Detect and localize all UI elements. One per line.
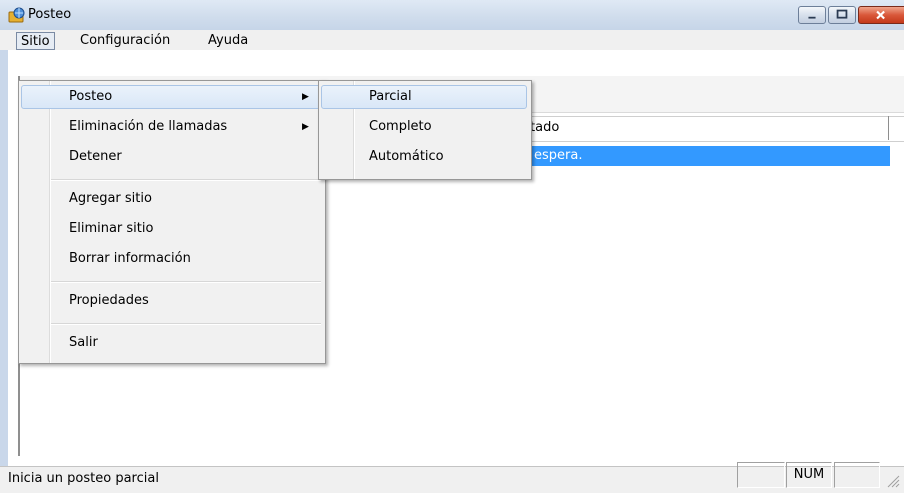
- status-pane-caps: [737, 462, 785, 488]
- menu-item-propiedades[interactable]: Propiedades: [21, 289, 321, 313]
- menu-item-agregar-sitio[interactable]: Agregar sitio: [21, 187, 321, 211]
- minimize-icon: [808, 16, 816, 19]
- resize-grip-icon[interactable]: [884, 472, 900, 488]
- status-pane-num: NUM: [786, 462, 832, 488]
- minimize-button[interactable]: [798, 6, 826, 24]
- menu-item-parcial[interactable]: Parcial: [321, 85, 527, 109]
- menu-configuracion[interactable]: Configuración: [76, 32, 174, 50]
- menu-item-label: Posteo: [69, 89, 113, 104]
- title-bar[interactable]: [0, 0, 904, 31]
- menu-separator: [51, 281, 321, 283]
- menu-sitio[interactable]: Sitio: [16, 32, 55, 50]
- menu-item-detener[interactable]: Detener: [21, 145, 321, 169]
- folder-globe-icon: [8, 6, 26, 24]
- sitio-menu: Posteo ▶ Eliminación de llamadas ▶ Deten…: [18, 80, 326, 364]
- menu-item-borrar-informacion[interactable]: Borrar información: [21, 247, 321, 271]
- close-icon: [876, 10, 885, 20]
- menu-item-completo[interactable]: Completo: [321, 115, 527, 139]
- window-frame-left: [0, 50, 8, 466]
- menu-item-eliminar-sitio[interactable]: Eliminar sitio: [21, 217, 321, 241]
- table-row-selected[interactable]: espera.: [530, 146, 890, 166]
- posteo-submenu: Parcial Completo Automático: [318, 80, 532, 180]
- column-divider[interactable]: [888, 116, 889, 140]
- menu-item-automatico[interactable]: Automático: [321, 145, 527, 169]
- menu-item-label: Eliminación de llamadas: [69, 119, 228, 134]
- menu-separator: [51, 323, 321, 325]
- status-pane-scroll: [834, 462, 880, 488]
- menu-item-posteo[interactable]: Posteo ▶: [21, 85, 321, 109]
- maximize-button[interactable]: [828, 6, 856, 24]
- submenu-arrow-icon: ▶: [302, 92, 309, 102]
- menu-ayuda[interactable]: Ayuda: [204, 32, 252, 50]
- submenu-arrow-icon: ▶: [302, 122, 309, 132]
- window-title: Posteo: [28, 7, 72, 22]
- menu-item-eliminacion-llamadas[interactable]: Eliminación de llamadas ▶: [21, 115, 321, 139]
- status-text: Inicia un posteo parcial: [8, 471, 159, 486]
- maximize-icon: [836, 9, 848, 19]
- menu-item-salir[interactable]: Salir: [21, 331, 321, 355]
- menu-separator: [51, 179, 321, 181]
- column-header-estado[interactable]: tado: [530, 118, 559, 138]
- close-button[interactable]: [858, 6, 904, 24]
